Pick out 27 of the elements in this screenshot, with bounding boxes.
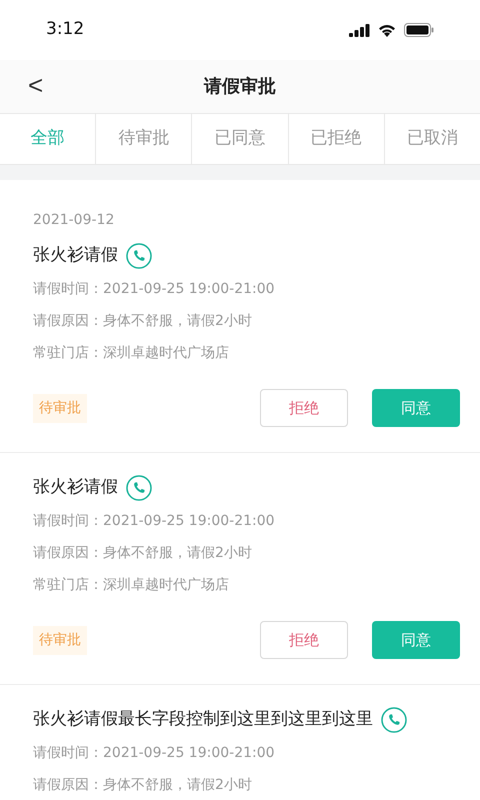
status-time: 3:12 bbox=[46, 18, 84, 42]
approve-button[interactable]: 同意 bbox=[372, 389, 460, 427]
request-detail: 请假时间：2021-09-25 19:00-21:00 bbox=[33, 744, 276, 763]
back-button[interactable]: < bbox=[22, 70, 50, 100]
request-detail: 请假时间：2021-09-25 19:00-21:00 bbox=[33, 280, 276, 299]
request-detail: 请假原因：身体不舒服，请假2小时 bbox=[33, 776, 253, 795]
status-tag: 待审批 bbox=[33, 394, 87, 422]
wifi-icon bbox=[378, 24, 396, 36]
requester-name: 张火衫请假最长字段控制到这里到这里到这里 bbox=[33, 708, 373, 732]
battery-icon bbox=[404, 23, 434, 37]
approve-button[interactable]: 同意 bbox=[372, 621, 460, 659]
phone-icon[interactable] bbox=[381, 707, 407, 733]
signal-icon bbox=[349, 24, 370, 36]
request-detail: 请假原因：身体不舒服，请假2小时 bbox=[33, 544, 253, 563]
request-detail: 请假原因：身体不舒服，请假2小时 bbox=[33, 312, 253, 331]
request-detail: 常驻门店：深圳卓越时代广场店 bbox=[33, 576, 230, 595]
page-title: 请假审批 bbox=[204, 75, 276, 99]
reject-button[interactable]: 拒绝 bbox=[260, 389, 348, 427]
requester-name: 张火衫请假 bbox=[33, 244, 118, 268]
request-date: 2021-09-12 bbox=[33, 211, 116, 230]
reject-button[interactable]: 拒绝 bbox=[260, 621, 348, 659]
status-tag: 待审批 bbox=[33, 626, 87, 654]
phone-icon[interactable] bbox=[126, 243, 152, 269]
requester-name: 张火衫请假 bbox=[33, 476, 118, 500]
request-detail: 常驻门店：深圳卓越时代广场店 bbox=[33, 344, 230, 363]
request-detail: 请假时间：2021-09-25 19:00-21:00 bbox=[33, 512, 276, 531]
phone-icon[interactable] bbox=[126, 475, 152, 501]
